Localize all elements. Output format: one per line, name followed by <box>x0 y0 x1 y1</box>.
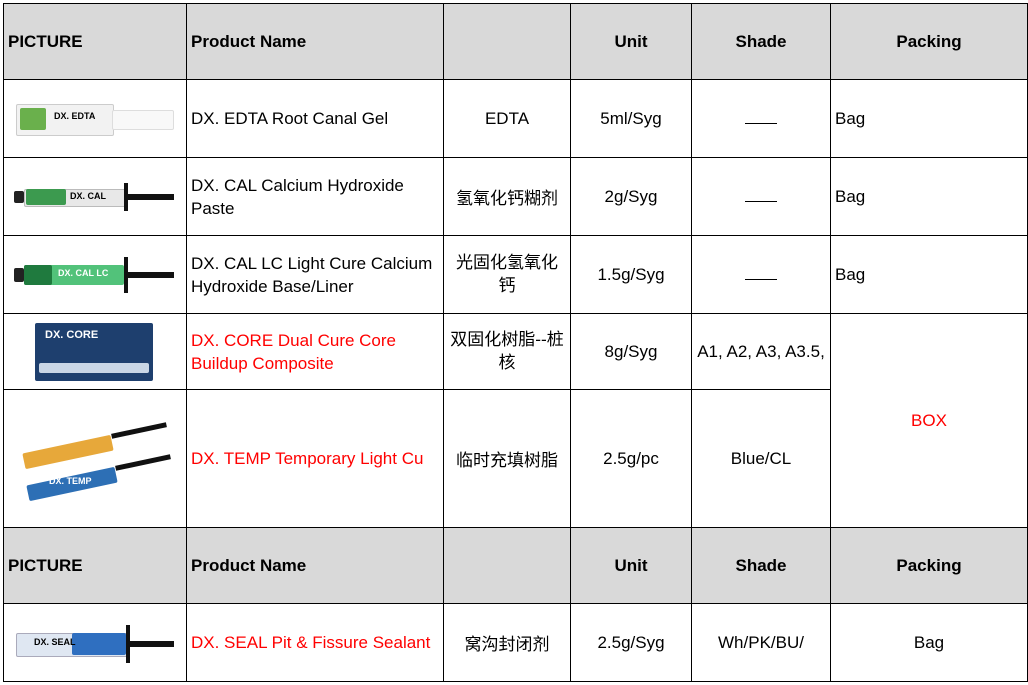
product-unit: 5ml/Syg <box>570 79 692 158</box>
syringe-seal-icon: DX. SEAL <box>12 619 178 667</box>
product-unit: 2.5g/Syg <box>570 603 692 682</box>
product-picture-cell: DX. CAL <box>3 157 187 236</box>
product-packing: Bag <box>830 79 1028 158</box>
product-cn-name: 氢氧化钙糊剂 <box>443 157 571 236</box>
product-name: DX. CAL LC Light Cure Calcium Hydroxide … <box>186 235 444 314</box>
empty-dash <box>745 113 777 124</box>
product-packing: Bag <box>830 603 1028 682</box>
syringe-label: DX. SEAL <box>34 636 76 647</box>
table-row: DX. EDTA DX. EDTA Root Canal Gel EDTA 5m… <box>3 79 1028 158</box>
box-label: DX. CORE <box>45 328 99 341</box>
product-shade <box>691 157 831 236</box>
header-product-name: Product Name <box>186 527 444 604</box>
product-picture-cell: DX. EDTA <box>3 79 187 158</box>
syringe-cal-lc-icon: DX. CAL LC <box>12 253 178 297</box>
header-blank <box>443 3 571 80</box>
product-table: PICTURE Product Name Unit Shade Packing … <box>3 3 1028 682</box>
product-unit: 2.5g/pc <box>570 389 692 528</box>
product-cn-name: 双固化树脂--桩核 <box>443 313 571 390</box>
syringe-label: DX. EDTA <box>54 110 96 121</box>
product-unit: 8g/Syg <box>570 313 692 390</box>
product-unit: 1.5g/Syg <box>570 235 692 314</box>
product-packing: Bag <box>830 235 1028 314</box>
empty-dash <box>745 269 777 280</box>
header-picture: PICTURE <box>3 527 187 604</box>
product-shade <box>691 79 831 158</box>
product-name: DX. EDTA Root Canal Gel <box>186 79 444 158</box>
table-row: DX. CAL LC DX. CAL LC Light Cure Calcium… <box>3 235 1028 314</box>
product-packing: BOX <box>830 313 1028 528</box>
syringe-cal-icon: DX. CAL <box>12 179 178 215</box>
header-blank <box>443 527 571 604</box>
product-packing: Bag <box>830 157 1028 236</box>
header-product-name: Product Name <box>186 3 444 80</box>
temp-syringes-icon: DX. TEMP <box>15 414 175 504</box>
product-name: DX. CORE Dual Cure Core Buildup Composit… <box>186 313 444 390</box>
product-cn-name: 窝沟封闭剂 <box>443 603 571 682</box>
core-box-syringe-icon: DX. CORE <box>25 319 165 385</box>
syringe-label: DX. TEMP <box>49 475 92 486</box>
table-row: DX. CORE DX. CORE Dual Cure Core Buildup… <box>3 313 1028 528</box>
header-shade: Shade <box>691 3 831 80</box>
product-name: DX. TEMP Temporary Light Cu <box>186 389 444 528</box>
table-header-row: PICTURE Product Name Unit Shade Packing <box>3 527 1028 604</box>
product-cn-name: 临时充填树脂 <box>443 389 571 528</box>
product-picture-cell: DX. CAL LC <box>3 235 187 314</box>
product-picture-cell: DX. CORE <box>3 313 187 390</box>
table-row: DX. SEAL DX. SEAL Pit & Fissure Sealant … <box>3 603 1028 682</box>
header-unit: Unit <box>570 527 692 604</box>
product-shade: Blue/CL <box>691 389 831 528</box>
header-unit: Unit <box>570 3 692 80</box>
product-shade <box>691 235 831 314</box>
header-shade: Shade <box>691 527 831 604</box>
table-row: DX. CAL DX. CAL Calcium Hydroxide Paste … <box>3 157 1028 236</box>
product-name: DX. CAL Calcium Hydroxide Paste <box>186 157 444 236</box>
syringe-edta-icon: DX. EDTA <box>12 98 178 140</box>
header-packing: Packing <box>830 3 1028 80</box>
product-picture-cell: DX. SEAL <box>3 603 187 682</box>
header-picture: PICTURE <box>3 3 187 80</box>
product-cn-name: 光固化氢氧化钙 <box>443 235 571 314</box>
empty-dash <box>745 191 777 202</box>
product-name: DX. SEAL Pit & Fissure Sealant <box>186 603 444 682</box>
product-cn-name: EDTA <box>443 79 571 158</box>
syringe-label: DX. CAL <box>70 190 106 201</box>
product-unit: 2g/Syg <box>570 157 692 236</box>
product-picture-cell: DX. TEMP <box>3 389 187 528</box>
table-header-row: PICTURE Product Name Unit Shade Packing <box>3 3 1028 80</box>
syringe-label: DX. CAL LC <box>58 267 109 278</box>
product-shade: A1, A2, A3, A3.5, <box>691 313 831 390</box>
product-shade: Wh/PK/BU/ <box>691 603 831 682</box>
header-packing: Packing <box>830 527 1028 604</box>
